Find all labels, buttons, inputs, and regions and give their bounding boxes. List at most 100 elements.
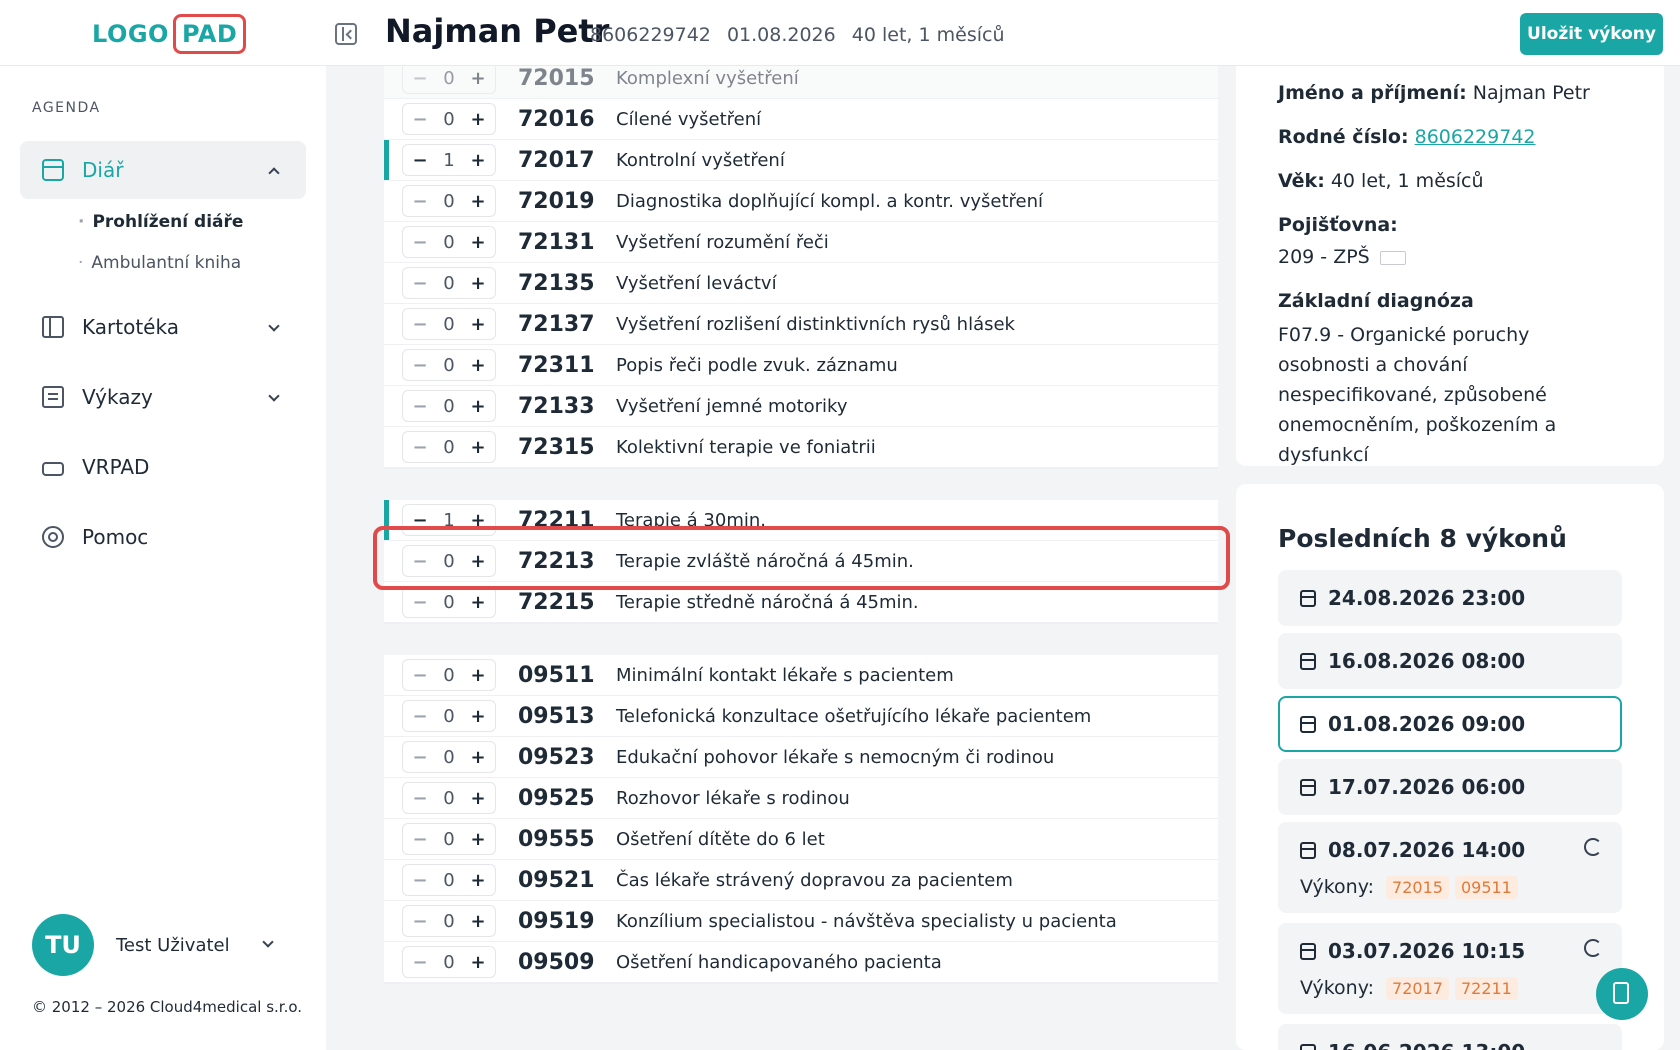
quantity-stepper[interactable]: −0 + xyxy=(402,308,496,340)
increment-button[interactable]: + xyxy=(469,952,487,973)
decrement-button[interactable]: − xyxy=(411,665,429,686)
quantity-stepper[interactable]: −0 + xyxy=(402,864,496,896)
visit-item[interactable]: 01.08.2026 09:00 xyxy=(1278,696,1622,752)
sidebar-item-kartoteka[interactable]: Kartotéka xyxy=(20,298,306,356)
decrement-button[interactable]: − xyxy=(411,109,429,130)
quantity-stepper[interactable]: −0 + xyxy=(402,905,496,937)
quantity-stepper[interactable]: −1 + xyxy=(402,504,496,536)
table-row[interactable]: −0 +09519 Konzílium specialistou - návštěv… xyxy=(384,901,1218,943)
decrement-button[interactable]: − xyxy=(411,437,429,458)
table-row[interactable]: −0 +72133 Vyšetření jemné motoriky xyxy=(384,386,1218,428)
increment-button[interactable]: + xyxy=(469,870,487,891)
increment-button[interactable]: + xyxy=(469,788,487,809)
table-row[interactable]: −0 +09511 Minimální kontakt lékaře s pacie… xyxy=(384,655,1218,697)
decrement-button[interactable]: − xyxy=(411,788,429,809)
sidebar-item-diar[interactable]: Diář xyxy=(20,141,306,199)
increment-button[interactable]: + xyxy=(469,437,487,458)
save-procedures-button[interactable]: Uložit výkony xyxy=(1520,13,1663,55)
increment-button[interactable]: + xyxy=(469,551,487,572)
refresh-icon[interactable] xyxy=(1584,838,1602,856)
table-row[interactable]: −1 +72211 Terapie á 30min. xyxy=(384,500,1218,542)
decrement-button[interactable]: − xyxy=(411,706,429,727)
quantity-stepper[interactable]: −0 + xyxy=(402,103,496,135)
increment-button[interactable]: + xyxy=(469,150,487,171)
decrement-button[interactable]: − xyxy=(411,510,429,531)
quantity-stepper[interactable]: −0 + xyxy=(402,659,496,691)
quantity-stepper[interactable]: −0 + xyxy=(402,226,496,258)
decrement-button[interactable]: − xyxy=(411,747,429,768)
table-row[interactable]: −0 +09523 Edukační pohovor lékaře s nemocn… xyxy=(384,737,1218,779)
table-row[interactable]: −0 +72137 Vyšetření rozlišení distinktivní… xyxy=(384,304,1218,346)
increment-button[interactable]: + xyxy=(469,829,487,850)
decrement-button[interactable]: − xyxy=(411,355,429,376)
table-row[interactable]: −0 +72015 Komplexní vyšetření xyxy=(384,66,1218,100)
sidebar-item-vrpad[interactable]: VRPAD xyxy=(20,438,306,496)
sidebar-item-pomoc[interactable]: Pomoc xyxy=(20,508,306,566)
quantity-stepper[interactable]: −0 + xyxy=(402,586,496,618)
increment-button[interactable]: + xyxy=(469,232,487,253)
visit-item[interactable]: 08.07.2026 14:00 Výkony: 72015 09511 xyxy=(1278,822,1622,913)
increment-button[interactable]: + xyxy=(469,109,487,130)
logo[interactable]: LOGO PAD xyxy=(92,14,247,54)
decrement-button[interactable]: − xyxy=(411,396,429,417)
decrement-button[interactable]: − xyxy=(411,150,429,171)
table-row[interactable]: −0 +72213 Terapie zvláště náročná á 45min. xyxy=(384,541,1218,583)
increment-button[interactable]: + xyxy=(469,355,487,376)
decrement-button[interactable]: − xyxy=(411,314,429,335)
table-row[interactable]: −0 +09521 Čas lékaře strávený dopravou za … xyxy=(384,860,1218,902)
visit-item[interactable]: 17.07.2026 06:00 xyxy=(1278,759,1622,815)
table-row[interactable]: −0 +72215 Terapie středně náročná á 45min. xyxy=(384,582,1218,624)
increment-button[interactable]: + xyxy=(469,706,487,727)
decrement-button[interactable]: − xyxy=(411,952,429,973)
visit-item[interactable]: 16.08.2026 08:00 xyxy=(1278,633,1622,689)
sidebar-subitem-prohlizeni-diare[interactable]: Prohlížení diáře xyxy=(78,212,243,232)
sidebar-collapse-icon[interactable] xyxy=(335,23,357,45)
decrement-button[interactable]: − xyxy=(411,232,429,253)
decrement-button[interactable]: − xyxy=(411,191,429,212)
decrement-button[interactable]: − xyxy=(411,551,429,572)
table-row[interactable]: −0 +09509 Ošetření handicapovaného pacient… xyxy=(384,942,1218,984)
decrement-button[interactable]: − xyxy=(411,911,429,932)
increment-button[interactable]: + xyxy=(469,911,487,932)
increment-button[interactable]: + xyxy=(469,273,487,294)
table-row[interactable]: −1 +72017 Kontrolní vyšetření xyxy=(384,140,1218,182)
procedure-list[interactable]: −0 +72015 Komplexní vyšetření −0 +72016 Cílen… xyxy=(384,66,1218,1050)
document-fab-button[interactable] xyxy=(1596,968,1648,1020)
sidebar-item-vykazy[interactable]: Výkazy xyxy=(20,368,306,426)
quantity-stepper[interactable]: −0 + xyxy=(402,431,496,463)
table-row[interactable]: −0 +09525 Rozhovor lékaře s rodinou xyxy=(384,778,1218,820)
quantity-stepper[interactable]: −0 + xyxy=(402,349,496,381)
visit-item[interactable]: 24.08.2026 23:00 xyxy=(1278,570,1622,626)
quantity-stepper[interactable]: −0 + xyxy=(402,267,496,299)
user-menu[interactable]: TU Test Uživatel xyxy=(32,914,274,976)
quantity-stepper[interactable]: −0 + xyxy=(402,66,496,94)
quantity-stepper[interactable]: −0 + xyxy=(402,545,496,577)
decrement-button[interactable]: − xyxy=(411,592,429,613)
increment-button[interactable]: + xyxy=(469,592,487,613)
decrement-button[interactable]: − xyxy=(411,870,429,891)
quantity-stepper[interactable]: −0 + xyxy=(402,782,496,814)
decrement-button[interactable]: − xyxy=(411,829,429,850)
table-row[interactable]: −0 +09513 Telefonická konzultace ošetřujíc… xyxy=(384,696,1218,738)
table-row[interactable]: −0 +09555 Ošetření dítěte do 6 let xyxy=(384,819,1218,861)
table-row[interactable]: −0 +72019 Diagnostika doplňující kompl. a … xyxy=(384,181,1218,223)
decrement-button[interactable]: − xyxy=(411,273,429,294)
increment-button[interactable]: + xyxy=(469,665,487,686)
sidebar-subitem-ambulantni-kniha[interactable]: Ambulantní kniha xyxy=(78,253,241,273)
table-row[interactable]: −0 +72135 Vyšetření leváctví xyxy=(384,263,1218,305)
birth-number-link[interactable]: 8606229742 xyxy=(1415,126,1536,148)
decrement-button[interactable]: − xyxy=(411,68,429,89)
increment-button[interactable]: + xyxy=(469,314,487,335)
table-row[interactable]: −0 +72315 Kolektivní terapie ve foniatrii xyxy=(384,427,1218,469)
increment-button[interactable]: + xyxy=(469,396,487,417)
increment-button[interactable]: + xyxy=(469,191,487,212)
quantity-stepper[interactable]: −0 + xyxy=(402,390,496,422)
quantity-stepper[interactable]: −0 + xyxy=(402,185,496,217)
increment-button[interactable]: + xyxy=(469,510,487,531)
quantity-stepper[interactable]: −0 + xyxy=(402,823,496,855)
visit-item[interactable]: 16.06.2026 13:00 xyxy=(1278,1024,1622,1050)
increment-button[interactable]: + xyxy=(469,747,487,768)
visit-item[interactable]: 03.07.2026 10:15 Výkony: 72017 72211 xyxy=(1278,923,1622,1014)
table-row[interactable]: −0 +72016 Cílené vyšetření xyxy=(384,99,1218,141)
refresh-icon[interactable] xyxy=(1584,939,1602,957)
